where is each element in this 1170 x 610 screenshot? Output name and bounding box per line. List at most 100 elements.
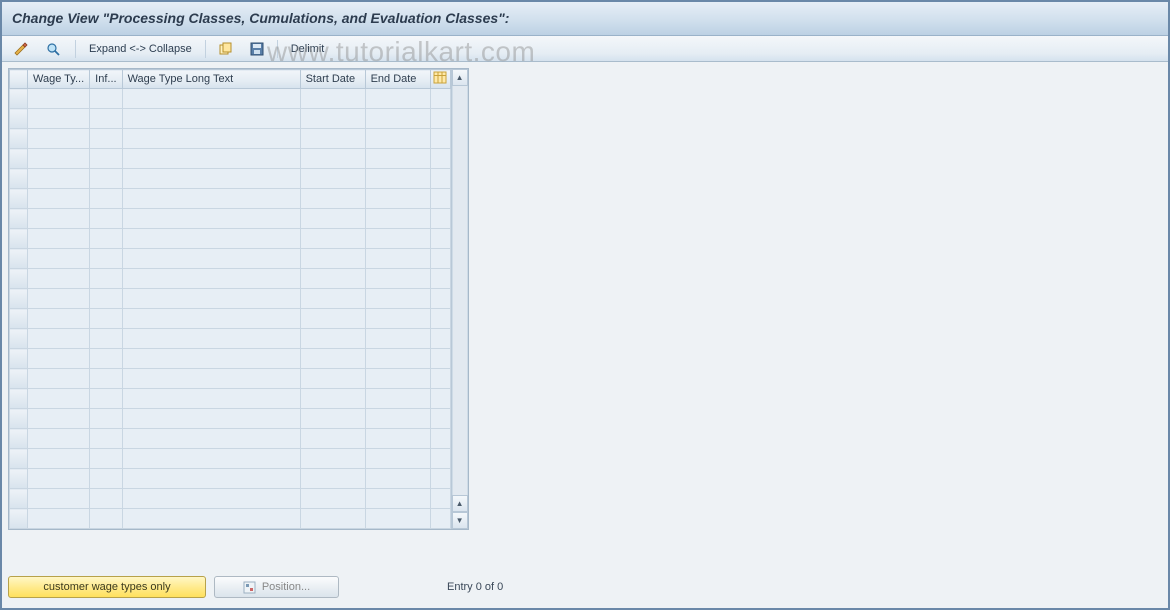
- grid-cell[interactable]: [90, 169, 122, 189]
- grid-cell[interactable]: [122, 449, 300, 469]
- grid-cell[interactable]: [28, 129, 90, 149]
- table-row[interactable]: [10, 229, 451, 249]
- grid-cell[interactable]: [28, 249, 90, 269]
- grid-cell[interactable]: [430, 389, 450, 409]
- grid-cell[interactable]: [28, 189, 90, 209]
- delimit-button[interactable]: Delimit: [285, 39, 331, 59]
- row-selector-cell[interactable]: [10, 229, 28, 249]
- grid-cell[interactable]: [122, 469, 300, 489]
- grid-cell[interactable]: [90, 129, 122, 149]
- grid-cell[interactable]: [430, 449, 450, 469]
- table-row[interactable]: [10, 469, 451, 489]
- col-header-start-date[interactable]: Start Date: [300, 70, 365, 89]
- grid-cell[interactable]: [300, 169, 365, 189]
- grid-cell[interactable]: [28, 329, 90, 349]
- grid-cell[interactable]: [365, 509, 430, 529]
- grid-cell[interactable]: [365, 269, 430, 289]
- grid-cell[interactable]: [28, 89, 90, 109]
- grid-cell[interactable]: [90, 269, 122, 289]
- grid-cell[interactable]: [90, 369, 122, 389]
- details-button[interactable]: [40, 39, 68, 59]
- grid-cell[interactable]: [300, 409, 365, 429]
- grid-cell[interactable]: [300, 289, 365, 309]
- grid-cell[interactable]: [365, 289, 430, 309]
- grid-cell[interactable]: [365, 349, 430, 369]
- grid-cell[interactable]: [430, 149, 450, 169]
- grid-cell[interactable]: [122, 429, 300, 449]
- grid-cell[interactable]: [122, 189, 300, 209]
- row-selector-cell[interactable]: [10, 109, 28, 129]
- grid-cell[interactable]: [90, 109, 122, 129]
- grid-cell[interactable]: [28, 389, 90, 409]
- grid-cell[interactable]: [28, 449, 90, 469]
- grid-cell[interactable]: [90, 429, 122, 449]
- grid-cell[interactable]: [90, 449, 122, 469]
- grid-cell[interactable]: [300, 249, 365, 269]
- grid-cell[interactable]: [300, 489, 365, 509]
- row-selector-cell[interactable]: [10, 249, 28, 269]
- scroll-down-button[interactable]: ▼: [452, 512, 468, 529]
- grid-cell[interactable]: [90, 409, 122, 429]
- col-header-end-date[interactable]: End Date: [365, 70, 430, 89]
- grid-cell[interactable]: [28, 489, 90, 509]
- grid-cell[interactable]: [90, 469, 122, 489]
- grid-cell[interactable]: [300, 309, 365, 329]
- grid-cell[interactable]: [90, 89, 122, 109]
- row-selector-cell[interactable]: [10, 449, 28, 469]
- grid-cell[interactable]: [300, 149, 365, 169]
- row-selector-cell[interactable]: [10, 89, 28, 109]
- grid-cell[interactable]: [122, 389, 300, 409]
- grid-cell[interactable]: [365, 149, 430, 169]
- grid-cell[interactable]: [28, 109, 90, 129]
- grid-cell[interactable]: [90, 289, 122, 309]
- grid-cell[interactable]: [365, 229, 430, 249]
- grid-cell[interactable]: [28, 169, 90, 189]
- vertical-scrollbar[interactable]: ▲ ▲ ▼: [451, 69, 468, 529]
- row-selector-cell[interactable]: [10, 169, 28, 189]
- row-selector-cell[interactable]: [10, 269, 28, 289]
- row-selector-cell[interactable]: [10, 329, 28, 349]
- grid-cell[interactable]: [122, 269, 300, 289]
- grid-cell[interactable]: [90, 489, 122, 509]
- grid-cell[interactable]: [122, 329, 300, 349]
- table-row[interactable]: [10, 289, 451, 309]
- grid-cell[interactable]: [430, 189, 450, 209]
- grid-cell[interactable]: [90, 189, 122, 209]
- grid-cell[interactable]: [28, 269, 90, 289]
- col-header-inf[interactable]: Inf...: [90, 70, 122, 89]
- grid-cell[interactable]: [430, 269, 450, 289]
- table-row[interactable]: [10, 189, 451, 209]
- grid-cell[interactable]: [365, 189, 430, 209]
- grid-cell[interactable]: [300, 189, 365, 209]
- grid-cell[interactable]: [365, 89, 430, 109]
- grid-cell[interactable]: [430, 209, 450, 229]
- grid-cell[interactable]: [300, 229, 365, 249]
- grid-cell[interactable]: [365, 369, 430, 389]
- row-selector-cell[interactable]: [10, 489, 28, 509]
- grid-cell[interactable]: [300, 329, 365, 349]
- table-row[interactable]: [10, 329, 451, 349]
- col-config-button[interactable]: [430, 70, 450, 89]
- table-row[interactable]: [10, 149, 451, 169]
- row-selector-cell[interactable]: [10, 149, 28, 169]
- grid-cell[interactable]: [430, 229, 450, 249]
- row-selector-cell[interactable]: [10, 389, 28, 409]
- grid-cell[interactable]: [430, 489, 450, 509]
- table-row[interactable]: [10, 169, 451, 189]
- grid-cell[interactable]: [122, 209, 300, 229]
- scroll-up-step-button[interactable]: ▲: [452, 495, 468, 512]
- grid-cell[interactable]: [430, 429, 450, 449]
- grid-cell[interactable]: [122, 409, 300, 429]
- table-row[interactable]: [10, 429, 451, 449]
- grid-cell[interactable]: [300, 449, 365, 469]
- grid-cell[interactable]: [365, 389, 430, 409]
- row-selector-cell[interactable]: [10, 469, 28, 489]
- grid-cell[interactable]: [90, 349, 122, 369]
- grid-cell[interactable]: [430, 329, 450, 349]
- grid-cell[interactable]: [28, 309, 90, 329]
- grid-cell[interactable]: [122, 109, 300, 129]
- table-row[interactable]: [10, 109, 451, 129]
- col-header-wage-type[interactable]: Wage Ty...: [28, 70, 90, 89]
- grid-cell[interactable]: [365, 489, 430, 509]
- grid-cell[interactable]: [122, 489, 300, 509]
